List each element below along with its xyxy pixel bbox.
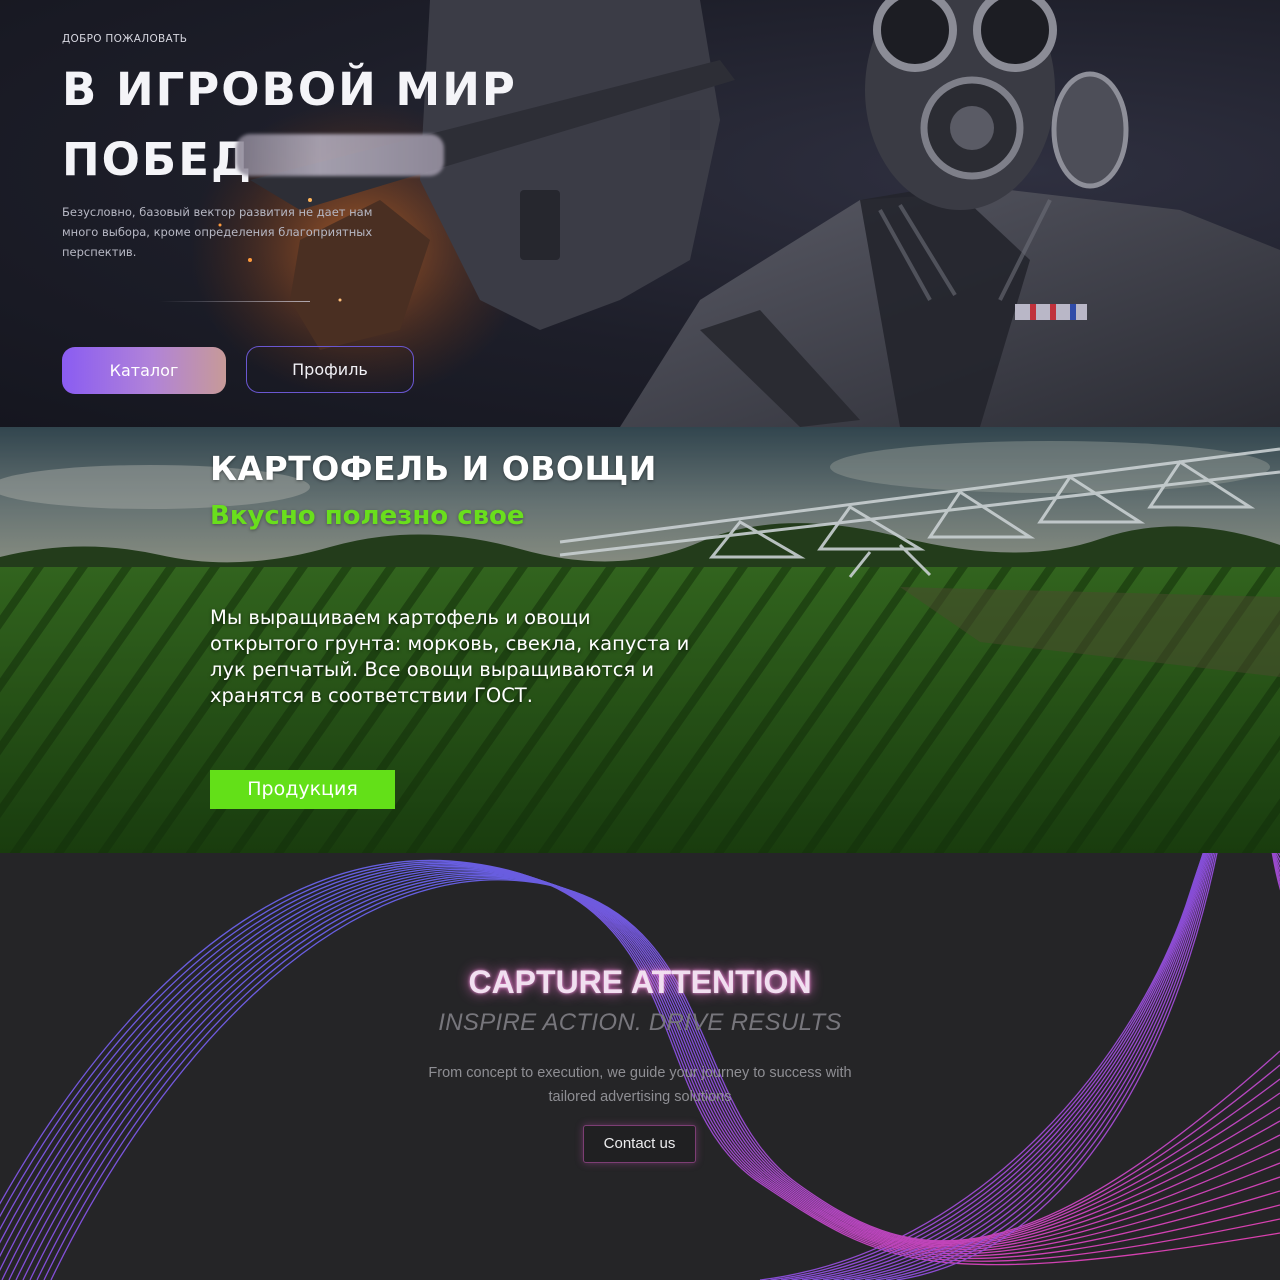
wave-line	[833, 853, 1280, 1280]
divider-line	[160, 301, 310, 302]
wave-line	[843, 853, 1280, 1280]
farm-banner: КАРТОФЕЛЬ И ОВОЩИ Вкусно полезно свое Мы…	[0, 427, 1280, 853]
ads-headline: CAPTURE ATTENTION	[468, 964, 812, 1000]
hero-title-line-2: ПОБЕД	[62, 133, 254, 186]
wave-line	[864, 853, 1280, 1280]
welcome-eyebrow: ДОБРО ПОЖАЛОВАТЬ	[62, 33, 188, 45]
wave-line	[812, 853, 1206, 1280]
ads-body-text: From concept to execution, we guide your…	[428, 1065, 852, 1105]
contact-us-button[interactable]: Contact us	[583, 1125, 696, 1163]
products-button[interactable]: Продукция	[210, 770, 395, 809]
farm-description: Мы выращиваем картофель и овощи открытог…	[210, 606, 690, 707]
wave-line	[875, 853, 1280, 1280]
ads-banner: CAPTURE ATTENTION INSPIRE ACTION. DRIVE …	[0, 853, 1280, 1280]
farm-title: КАРТОФЕЛЬ И ОВОЩИ	[210, 449, 657, 488]
catalog-button[interactable]: Каталог	[62, 347, 226, 394]
wave-line	[791, 853, 1205, 1280]
gaming-banner: ДОБРО ПОЖАЛОВАТЬ В ИГРОВОЙ МИР ПОБЕД Безу…	[0, 0, 1280, 427]
hero-description: Безусловно, базовый вектор развития не д…	[62, 205, 373, 259]
profile-button[interactable]: Профиль	[246, 346, 414, 393]
blurred-highlight-chip	[236, 134, 444, 176]
wave-line	[801, 853, 1206, 1280]
ads-subheadline: INSPIRE ACTION. DRIVE RESULTS	[438, 1009, 842, 1036]
hero-title-line-1: В ИГРОВОЙ МИР	[62, 63, 517, 116]
farm-tagline: Вкусно полезно свое	[210, 501, 525, 531]
